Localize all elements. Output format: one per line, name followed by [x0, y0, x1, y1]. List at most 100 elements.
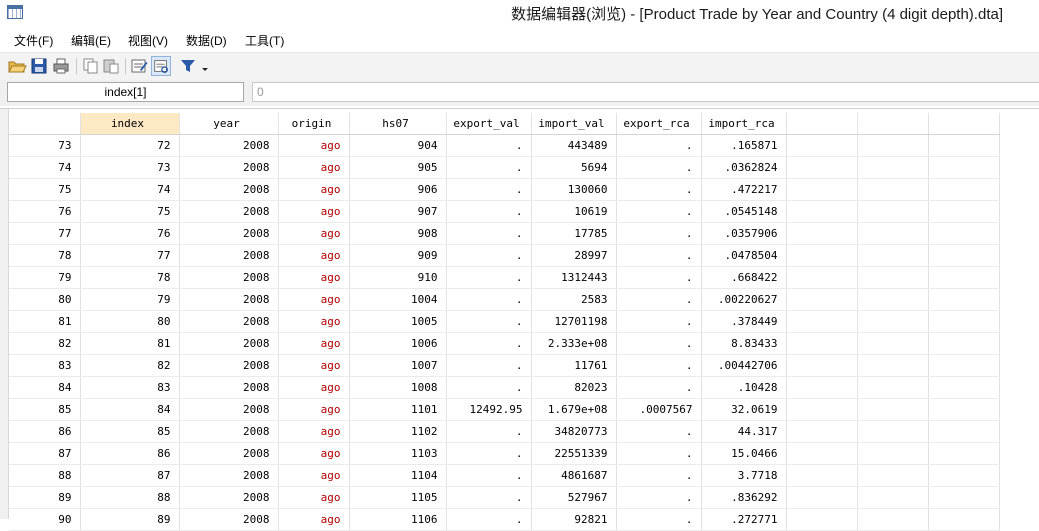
empty-cell[interactable] [786, 332, 858, 355]
cell-export-val[interactable]: . [446, 244, 532, 267]
cell-export-val[interactable]: . [446, 486, 532, 509]
empty-cell[interactable] [786, 464, 858, 487]
cell-origin[interactable]: ago [278, 354, 350, 377]
cell-hs07[interactable]: 905 [349, 156, 447, 179]
row-number[interactable]: 81 [9, 310, 81, 333]
cell-import-rca[interactable]: .272771 [701, 508, 787, 531]
cell-hs07[interactable]: 1005 [349, 310, 447, 333]
cell-import-rca[interactable]: .0362824 [701, 156, 787, 179]
cell-export-val[interactable]: . [446, 420, 532, 443]
column-header[interactable]: index [80, 113, 180, 135]
empty-cell[interactable] [857, 288, 929, 311]
empty-cell[interactable] [857, 332, 929, 355]
cell-export-val[interactable]: . [446, 310, 532, 333]
empty-cell[interactable] [786, 310, 858, 333]
cell-index[interactable]: 78 [80, 266, 180, 289]
cell-index[interactable]: 86 [80, 442, 180, 465]
cell-import-val[interactable]: 17785 [531, 222, 617, 245]
cell-index[interactable]: 76 [80, 222, 180, 245]
cell-export-val[interactable]: 12492.95 [446, 398, 532, 421]
cell-import-val[interactable]: 92821 [531, 508, 617, 531]
browse-mode-icon[interactable] [151, 56, 171, 76]
row-number[interactable]: 86 [9, 420, 81, 443]
cell-export-rca[interactable]: . [616, 134, 702, 157]
empty-cell[interactable] [928, 354, 1000, 377]
empty-cell[interactable] [857, 376, 929, 399]
filter-icon[interactable] [178, 56, 212, 76]
menu-view[interactable]: 视图(V) [128, 32, 168, 49]
empty-cell[interactable] [857, 156, 929, 179]
cell-index[interactable]: 81 [80, 332, 180, 355]
column-header[interactable]: export_rca [616, 113, 702, 135]
cell-year[interactable]: 2008 [179, 134, 279, 157]
row-number[interactable]: 84 [9, 376, 81, 399]
print-icon[interactable] [51, 56, 71, 76]
cell-export-val[interactable]: . [446, 200, 532, 223]
cell-export-rca[interactable]: . [616, 332, 702, 355]
cell-hs07[interactable]: 1103 [349, 442, 447, 465]
column-header[interactable]: import_rca [701, 113, 787, 135]
cell-hs07[interactable]: 908 [349, 222, 447, 245]
cell-export-rca[interactable]: . [616, 288, 702, 311]
cell-export-val[interactable]: . [446, 332, 532, 355]
row-number[interactable]: 83 [9, 354, 81, 377]
cell-origin[interactable]: ago [278, 266, 350, 289]
empty-cell[interactable] [786, 200, 858, 223]
cell-name-box[interactable]: index[1] [7, 82, 244, 102]
cell-export-rca[interactable]: . [616, 442, 702, 465]
empty-cell[interactable] [857, 508, 929, 531]
cell-export-val[interactable]: . [446, 178, 532, 201]
cell-origin[interactable]: ago [278, 244, 350, 267]
row-number[interactable]: 80 [9, 288, 81, 311]
cell-hs07[interactable]: 1007 [349, 354, 447, 377]
cell-year[interactable]: 2008 [179, 398, 279, 421]
cell-origin[interactable]: ago [278, 508, 350, 531]
empty-cell[interactable] [786, 244, 858, 267]
column-header[interactable]: export_val [446, 113, 532, 135]
cell-export-rca[interactable]: . [616, 420, 702, 443]
cell-hs07[interactable]: 1104 [349, 464, 447, 487]
cell-hs07[interactable]: 1004 [349, 288, 447, 311]
column-header[interactable]: origin [278, 113, 350, 135]
cell-origin[interactable]: ago [278, 442, 350, 465]
cell-export-val[interactable]: . [446, 508, 532, 531]
cell-origin[interactable]: ago [278, 420, 350, 443]
cell-year[interactable]: 2008 [179, 442, 279, 465]
empty-cell[interactable] [857, 178, 929, 201]
cell-export-rca[interactable]: . [616, 178, 702, 201]
row-number[interactable]: 78 [9, 244, 81, 267]
cell-index[interactable]: 83 [80, 376, 180, 399]
empty-cell[interactable] [786, 266, 858, 289]
empty-cell[interactable] [786, 508, 858, 531]
cell-year[interactable]: 2008 [179, 420, 279, 443]
cell-hs07[interactable]: 906 [349, 178, 447, 201]
cell-import-val[interactable]: 22551339 [531, 442, 617, 465]
empty-cell[interactable] [928, 134, 1000, 157]
empty-cell[interactable] [928, 156, 1000, 179]
cell-import-val[interactable]: 2.333e+08 [531, 332, 617, 355]
empty-cell[interactable] [928, 200, 1000, 223]
empty-cell[interactable] [786, 376, 858, 399]
cell-import-rca[interactable]: 8.83433 [701, 332, 787, 355]
cell-hs07[interactable]: 1102 [349, 420, 447, 443]
cell-hs07[interactable]: 910 [349, 266, 447, 289]
cell-index[interactable]: 74 [80, 178, 180, 201]
cell-import-rca[interactable]: .165871 [701, 134, 787, 157]
cell-index[interactable]: 77 [80, 244, 180, 267]
cell-origin[interactable]: ago [278, 200, 350, 223]
empty-cell[interactable] [786, 222, 858, 245]
cell-year[interactable]: 2008 [179, 332, 279, 355]
row-number[interactable]: 76 [9, 200, 81, 223]
empty-cell[interactable] [928, 244, 1000, 267]
cell-import-val[interactable]: 28997 [531, 244, 617, 267]
cell-year[interactable]: 2008 [179, 464, 279, 487]
cell-export-rca[interactable]: . [616, 200, 702, 223]
cell-year[interactable]: 2008 [179, 288, 279, 311]
cell-export-val[interactable]: . [446, 222, 532, 245]
empty-cell[interactable] [857, 464, 929, 487]
cell-hs07[interactable]: 904 [349, 134, 447, 157]
cell-export-rca[interactable]: .0007567 [616, 398, 702, 421]
cell-import-rca[interactable]: .0545148 [701, 200, 787, 223]
cell-hs07[interactable]: 1008 [349, 376, 447, 399]
cell-export-val[interactable]: . [446, 288, 532, 311]
